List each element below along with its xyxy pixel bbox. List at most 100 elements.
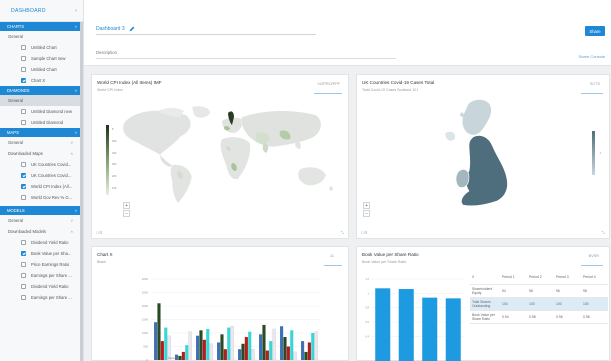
- zoom-in-button[interactable]: +: [363, 202, 370, 209]
- chart-item[interactable]: Untitled Chart: [0, 64, 83, 75]
- section-diamonds[interactable]: DIAMONDS ˄: [0, 86, 83, 95]
- group-general[interactable]: General: [0, 95, 83, 106]
- table-cell: 94: [500, 284, 527, 298]
- share-button[interactable]: Share: [585, 26, 605, 36]
- checkbox[interactable]: [21, 262, 26, 267]
- share-console-link[interactable]: Share Console: [579, 54, 605, 59]
- resize-icon[interactable]: ⤡: [602, 230, 605, 235]
- pencil-icon[interactable]: [129, 26, 135, 32]
- group-downloaded-maps[interactable]: Downloaded Maps ˄: [0, 148, 83, 159]
- section-label: MODELS: [7, 208, 25, 213]
- zoom-out-button[interactable]: −: [123, 210, 130, 217]
- chart-item[interactable]: Chart X: [0, 75, 83, 86]
- dashboard-title[interactable]: Dashboard 3: [96, 26, 316, 35]
- checkbox[interactable]: [21, 45, 26, 50]
- bar: [154, 322, 158, 360]
- collapse-icon[interactable]: ‹: [75, 8, 77, 14]
- map-item[interactable]: World CPI Index (All...: [0, 181, 83, 192]
- model-item[interactable]: Earnings per Share ...: [0, 270, 83, 281]
- group-general[interactable]: General ˅: [0, 137, 83, 148]
- checkbox[interactable]: [21, 240, 26, 245]
- sidebar-scrollbar[interactable]: [80, 22, 83, 361]
- map-legend: [106, 125, 109, 195]
- map-footer-icons[interactable]: □ ☷: [96, 231, 102, 235]
- bar: [223, 349, 227, 360]
- checkbox[interactable]: [21, 162, 26, 167]
- bar: [265, 350, 269, 360]
- item-label: Chart X: [31, 78, 46, 83]
- diamond-item[interactable]: Untitled Diamond: [0, 117, 83, 128]
- table-row: Total Shares Outstanding 100 100 100 100: [470, 297, 608, 311]
- group-general[interactable]: General ˅: [0, 215, 83, 226]
- item-label: Untitled Chart: [31, 67, 57, 72]
- world-map[interactable]: [114, 103, 344, 208]
- sidebar-header: DASHBOARD ‹: [0, 0, 83, 22]
- map-item[interactable]: UK Countries Covid...: [0, 170, 83, 181]
- zoom-out-button[interactable]: −: [363, 210, 370, 217]
- description-underline: [96, 58, 396, 59]
- y-tick-label: 2000: [142, 304, 149, 308]
- bar: [196, 335, 200, 360]
- checkbox-checked[interactable]: [21, 78, 26, 83]
- checkbox[interactable]: [21, 273, 26, 278]
- zoom-in-button[interactable]: +: [123, 202, 130, 209]
- checkbox[interactable]: [21, 284, 26, 289]
- checkbox[interactable]: [21, 120, 26, 125]
- book-value-plot[interactable]: 1.2 1 0.8 0.6 0.4: [357, 247, 467, 361]
- checkbox[interactable]: [21, 195, 26, 200]
- checkbox[interactable]: [21, 295, 26, 300]
- bar: [238, 349, 242, 360]
- map-footer-icons[interactable]: □ ☷: [361, 231, 367, 235]
- y-tick-label: 1.2: [365, 277, 369, 281]
- diamond-item[interactable]: Untitled Diamond new: [0, 106, 83, 117]
- checkbox-checked[interactable]: [21, 251, 26, 256]
- model-item[interactable]: Earnings per Share ...: [0, 292, 83, 303]
- tab-vizpro[interactable]: VIZPRO/PPF: [317, 82, 340, 86]
- scrollbar-thumb[interactable]: [80, 22, 83, 361]
- bar: [301, 341, 305, 360]
- bar: [311, 333, 315, 360]
- tab-scts[interactable]: SCTS: [590, 82, 600, 86]
- uk-map[interactable]: [439, 97, 529, 215]
- dashboard-name[interactable]: Dashboard 3: [96, 26, 125, 32]
- resize-icon[interactable]: ⤡: [341, 230, 344, 235]
- table-cell: 0.98: [527, 310, 554, 324]
- checkbox[interactable]: [21, 67, 26, 72]
- table-header: Period 4: [581, 271, 608, 285]
- bar: [178, 355, 182, 360]
- table-cell: 96: [554, 284, 581, 298]
- checkbox[interactable]: [21, 56, 26, 61]
- section-maps[interactable]: MAPS ˄: [0, 128, 83, 137]
- chart-x-plot[interactable]: 300025002000150010005000 Period 1: [92, 247, 350, 361]
- checkbox-checked[interactable]: [21, 173, 26, 178]
- item-label: Price Earnings Ratio: [31, 262, 70, 267]
- bar: [304, 351, 308, 360]
- table-cell: 0.98: [581, 310, 608, 324]
- bar: [259, 334, 263, 360]
- group-downloaded-models[interactable]: Downloaded Models ˄: [0, 226, 83, 237]
- bar: [160, 341, 164, 360]
- y-tick-label: 3000: [142, 277, 149, 281]
- chart-item[interactable]: Sample Chart new: [0, 53, 83, 64]
- section-models[interactable]: MODELS ˄: [0, 206, 83, 215]
- table-header: Period 1: [500, 271, 527, 285]
- chart-item[interactable]: Untitled Chart: [0, 42, 83, 53]
- map-item[interactable]: World Gov Rev % G...: [0, 192, 83, 203]
- group-general[interactable]: General: [0, 31, 83, 42]
- checkbox-checked[interactable]: [21, 184, 26, 189]
- description-field[interactable]: Description: [96, 50, 117, 55]
- model-item[interactable]: Price Earnings Ratio: [0, 259, 83, 270]
- bar: [230, 326, 234, 361]
- group-label: General: [8, 34, 23, 39]
- map-item[interactable]: UK Countries Covid...: [0, 159, 83, 170]
- checkbox[interactable]: [21, 109, 26, 114]
- section-charts[interactable]: CHARTS ˄: [0, 22, 83, 31]
- model-item[interactable]: Dividend Yield Ratio: [0, 281, 83, 292]
- y-tick-label: 1: [368, 291, 370, 295]
- table-cell: Book Value per Share Ratio: [470, 310, 500, 324]
- section-label: MAPS: [7, 130, 19, 135]
- tab-bvsr[interactable]: BVSR: [589, 254, 599, 258]
- table-cell: Shareholders' Equity: [470, 284, 500, 298]
- model-item[interactable]: Book Value per Sha...: [0, 248, 83, 259]
- model-item[interactable]: Dividend Yield Ratio: [0, 237, 83, 248]
